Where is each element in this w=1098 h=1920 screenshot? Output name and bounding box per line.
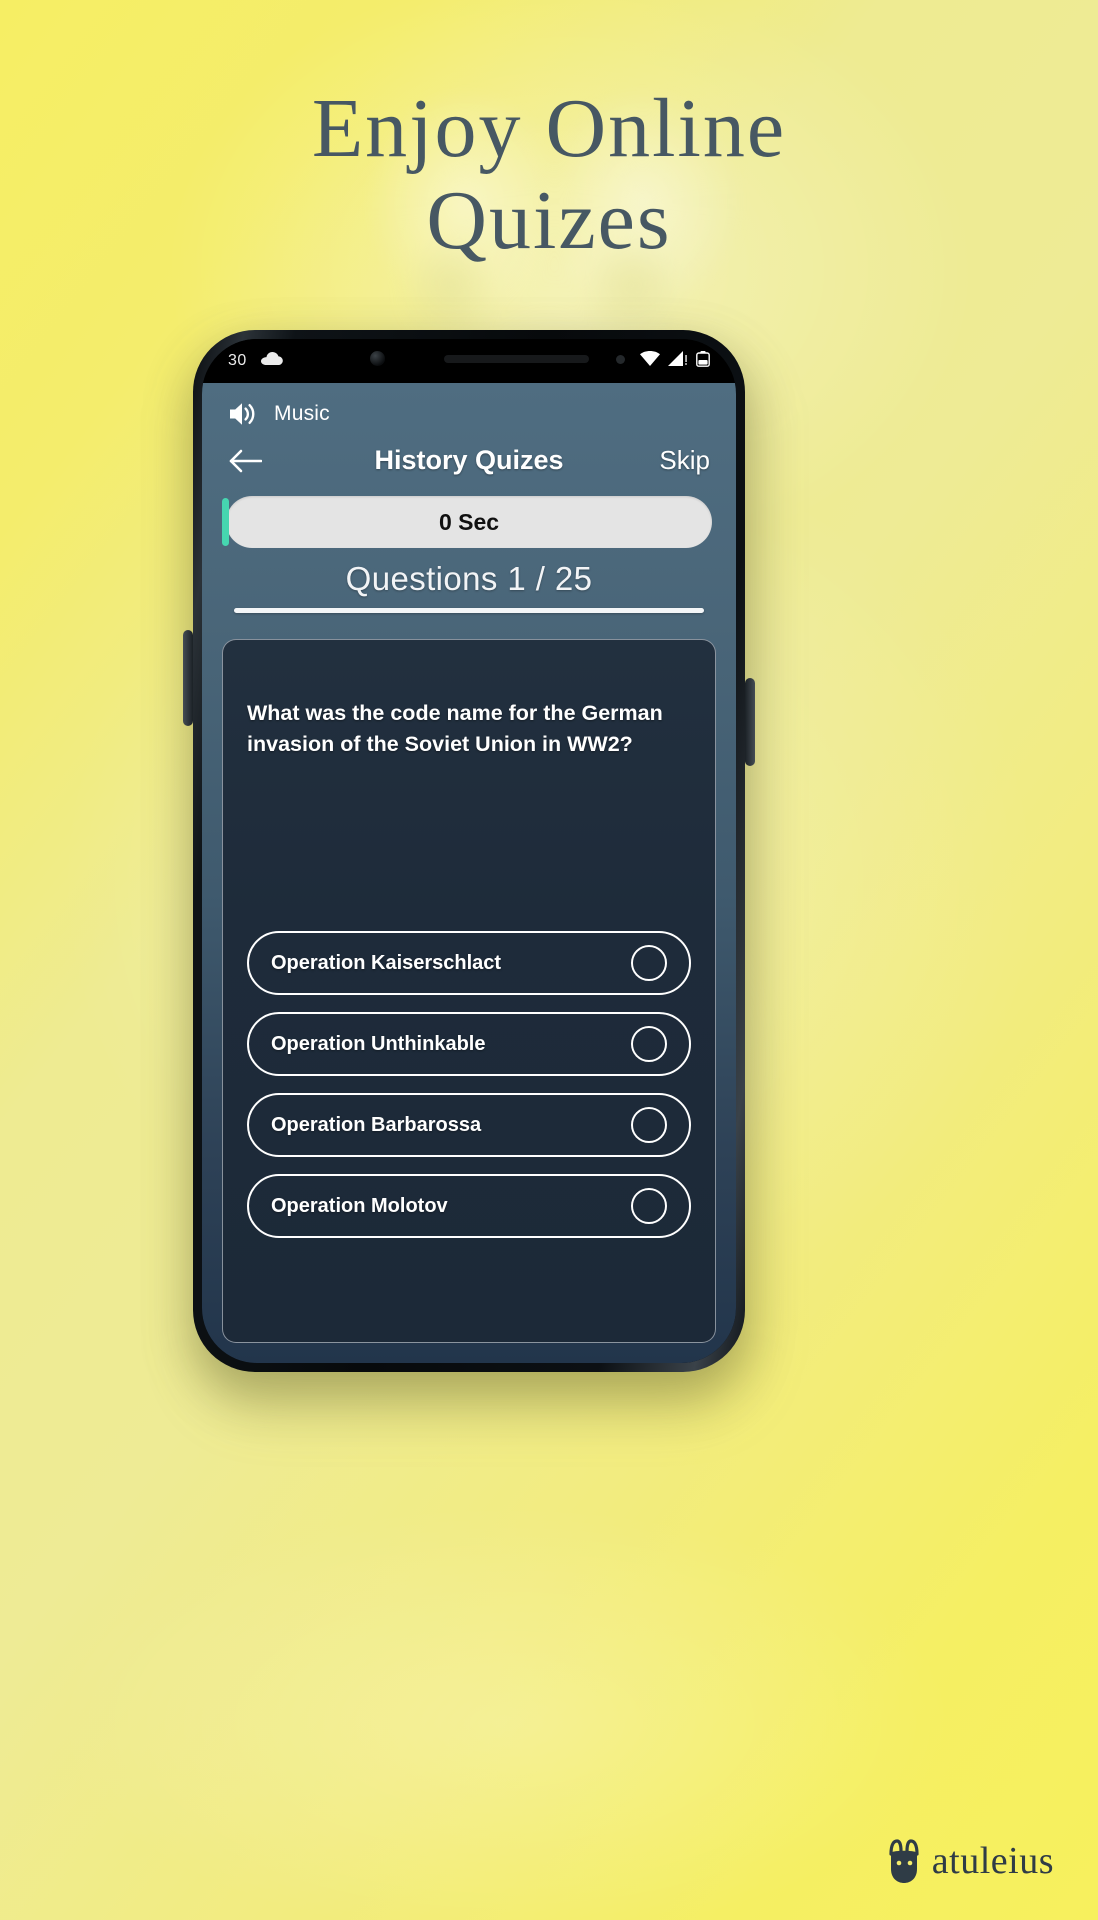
question-text: What was the code name for the German in…	[247, 701, 663, 757]
quiz-app-screen: Music History Quizes Skip 0 Sec Question…	[202, 383, 736, 1363]
timer-progress-fill	[222, 498, 229, 546]
question-card: What was the code name for the German in…	[222, 639, 716, 1343]
answer-option-label: Operation Barbarossa	[271, 1113, 482, 1136]
page-title: History Quizes	[374, 445, 564, 475]
speaker-volume-icon[interactable]	[228, 401, 258, 427]
answer-options-list: Operation Kaiserschlact Operation Unthin…	[247, 931, 691, 1318]
status-bar-right	[640, 350, 710, 372]
status-bar: 30	[202, 339, 736, 383]
answer-option-radio[interactable]	[631, 1188, 667, 1224]
phone-volume-button	[183, 630, 193, 726]
answer-option-radio[interactable]	[631, 1026, 667, 1062]
promo-headline: Enjoy Online Quizes	[0, 82, 1098, 268]
answer-option-label: Operation Unthinkable	[271, 1032, 486, 1055]
brand-logo: atuleius	[884, 1838, 1054, 1884]
answer-option[interactable]: Operation Molotov	[247, 1174, 691, 1238]
answer-option[interactable]: Operation Barbarossa	[247, 1093, 691, 1157]
timer-progress-bar: 0 Sec	[222, 496, 712, 548]
music-label: Music	[274, 402, 330, 425]
app-bar: History Quizes Skip	[202, 433, 736, 490]
answer-option-label: Operation Molotov	[271, 1194, 448, 1217]
skip-button[interactable]: Skip	[659, 445, 710, 476]
answer-option-label: Operation Kaiserschlact	[271, 951, 502, 974]
cellular-signal-icon	[668, 351, 688, 371]
battery-icon	[696, 350, 710, 372]
brand-name: atuleius	[931, 1840, 1054, 1882]
music-toggle-row[interactable]: Music	[202, 383, 736, 433]
status-time: 30	[228, 352, 247, 369]
back-arrow-icon[interactable]	[228, 448, 263, 474]
answer-option[interactable]: Operation Kaiserschlact	[247, 931, 691, 995]
timer-label: 0 Sec	[438, 508, 500, 535]
status-bar-left: 30	[228, 351, 283, 371]
answer-option-radio[interactable]	[631, 945, 667, 981]
front-camera-dot	[370, 351, 385, 366]
phone-screen: 30 Music History Quizes Skip 0 Sec Quest…	[202, 339, 736, 1363]
cat-head-icon	[884, 1838, 928, 1884]
answer-option-radio[interactable]	[631, 1107, 667, 1143]
phone-mockup: 30 Music History Quizes Skip 0 Sec Quest…	[193, 330, 745, 1372]
header-divider	[234, 608, 704, 613]
wifi-icon	[640, 351, 660, 371]
cloud-icon	[260, 351, 283, 371]
phone-power-button	[745, 678, 755, 766]
headline-line-2: Quizes	[426, 174, 672, 268]
headline-line-1: Enjoy Online	[311, 82, 787, 175]
question-counter: Questions 1 / 25	[345, 560, 593, 597]
proximity-sensor	[616, 355, 625, 364]
timer-container: 0 Sec	[202, 490, 736, 548]
earpiece-speaker	[444, 355, 589, 363]
answer-option[interactable]: Operation Unthinkable	[247, 1012, 691, 1076]
